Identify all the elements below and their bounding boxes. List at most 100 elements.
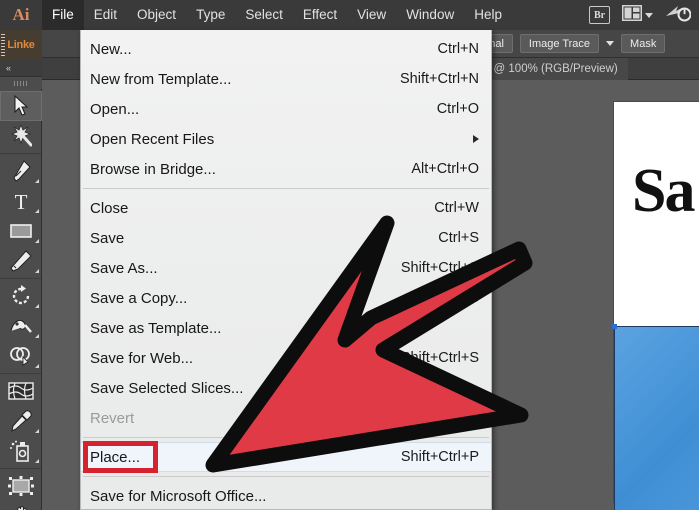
chevron-down-icon xyxy=(645,12,653,18)
artboard-blue-shape[interactable] xyxy=(612,324,699,510)
menu-item-shortcut: Shift+Ctrl+N xyxy=(400,71,479,87)
hand-tool[interactable] xyxy=(0,501,42,510)
tools-panel: Linke « T xyxy=(0,30,42,510)
search-power-icon[interactable] xyxy=(665,4,692,27)
bridge-icon[interactable]: Br xyxy=(589,6,610,24)
menu-item-new-from-template[interactable]: New from Template... Shift+Ctrl+N xyxy=(81,64,491,94)
workspace-switcher[interactable] xyxy=(622,4,653,26)
file-menu-items: New... Ctrl+N New from Template... Shift+Ct… xyxy=(81,34,491,510)
menu-title-view[interactable]: View xyxy=(347,0,396,30)
menu-item-shortcut: Ctrl+S xyxy=(438,230,479,246)
type-tool[interactable]: T xyxy=(0,186,42,216)
menu-item-shortcut: F12 xyxy=(454,410,479,426)
tool-flyout-icon xyxy=(35,179,39,183)
promo-banner[interactable]: Linke xyxy=(0,30,42,60)
paintbrush-tool[interactable] xyxy=(0,246,42,276)
file-menu-dropdown[interactable]: New... Ctrl+N New from Template... Shift+Ct… xyxy=(80,30,533,510)
menu-item-label: Save as Template... xyxy=(90,319,222,337)
menu-item-shortcut: Ctrl+N xyxy=(437,41,480,57)
tool-flyout-icon xyxy=(35,209,39,213)
mesh-gradient-tool[interactable] xyxy=(0,376,42,406)
illustrator-window: Ai File Edit Object Type Select Effect View Win… xyxy=(0,0,699,510)
tool-flyout-icon xyxy=(35,239,39,243)
menu-item-shortcut: Ctrl+O xyxy=(436,101,479,117)
menu-title-help[interactable]: Help xyxy=(464,0,512,30)
menu-item-open[interactable]: Open... Ctrl+O xyxy=(81,94,491,124)
magic-wand-tool[interactable] xyxy=(0,121,42,151)
rectangle-tool[interactable] xyxy=(0,216,42,246)
menu-item-label: Place... xyxy=(90,448,141,466)
promo-bars-icon xyxy=(1,34,5,56)
artboard-heading-text: Sa xyxy=(632,157,696,225)
menu-item-save-for-microsoft-office[interactable]: Save for Microsoft Office... xyxy=(81,481,491,510)
tool-flyout-icon xyxy=(35,269,39,273)
menu-bar: Ai File Edit Object Type Select Effect View Win… xyxy=(0,0,699,30)
menu-item-revert: Revert F12 xyxy=(81,403,491,433)
tool-group-navigate xyxy=(0,469,41,510)
menu-separator xyxy=(83,437,489,438)
menu-item-open-recent-files[interactable]: Open Recent Files xyxy=(81,124,491,154)
menu-item-shortcut: Shift+Ctrl+S xyxy=(400,260,479,276)
artboard-tool[interactable] xyxy=(0,471,42,501)
eyedropper-tool[interactable] xyxy=(0,406,42,436)
menu-item-save-as[interactable]: Save As... Shift+Ctrl+S xyxy=(81,253,491,283)
menu-item-label: Close xyxy=(90,199,129,217)
app-logo-icon: Ai xyxy=(0,0,42,30)
menubar-right-controls: Br xyxy=(589,4,699,27)
artboard[interactable]: Sa xyxy=(612,101,699,510)
image-trace-preset-chevron-icon[interactable] xyxy=(606,41,615,46)
menu-item-save-a-copy[interactable]: Save a Copy... Alt+Ctrl+S xyxy=(81,283,491,313)
image-trace-button[interactable]: Image Trace xyxy=(519,34,600,53)
tool-flyout-icon xyxy=(35,459,39,463)
tool-group-selection xyxy=(0,89,42,154)
menu-item-label: New from Template... xyxy=(90,70,232,88)
menu-item-close[interactable]: Close Ctrl+W xyxy=(81,193,491,223)
rotate-tool[interactable] xyxy=(0,281,42,311)
menu-title-edit[interactable]: Edit xyxy=(84,0,127,30)
menu-item-label: Save for Web... xyxy=(90,349,194,367)
menu-item-label: Revert xyxy=(90,409,135,427)
submenu-chevron-right-icon xyxy=(473,135,479,143)
menu-item-save[interactable]: Save Ctrl+S xyxy=(81,223,491,253)
menu-item-shortcut: Ctrl+W xyxy=(434,200,479,216)
menu-title-type[interactable]: Type xyxy=(186,0,235,30)
menu-item-label: Open... xyxy=(90,100,140,118)
menu-title-file[interactable]: File xyxy=(42,0,84,30)
menu-item-place[interactable]: Place... Shift+Ctrl+P xyxy=(81,442,491,472)
menu-title-object[interactable]: Object xyxy=(127,0,186,30)
svg-text:T: T xyxy=(15,190,28,212)
menu-separator xyxy=(83,188,489,189)
menu-item-save-as-template[interactable]: Save as Template... xyxy=(81,313,491,343)
panel-collapse-button[interactable]: « xyxy=(0,60,42,77)
menu-item-label: Browse in Bridge... xyxy=(90,160,216,178)
tool-flyout-icon xyxy=(35,334,39,338)
pen-tool[interactable] xyxy=(0,156,42,186)
symbol-sprayer-tool[interactable] xyxy=(0,436,42,466)
menu-item-label: Save xyxy=(90,229,125,247)
workspace-layout-icon xyxy=(622,4,642,26)
menu-item-shortcut: Alt+Ctrl+S xyxy=(412,290,479,306)
selection-tool[interactable] xyxy=(0,91,42,121)
panel-drag-grip[interactable] xyxy=(0,77,42,89)
menu-title-select[interactable]: Select xyxy=(235,0,293,30)
menu-item-label: Save for Microsoft Office... xyxy=(90,487,267,505)
menu-item-save-for-web[interactable]: Save for Web... Alt+Shift+Ctrl+S xyxy=(81,343,491,373)
tool-group-transform xyxy=(0,279,41,374)
mask-button[interactable]: Mask xyxy=(621,34,666,53)
width-warp-tool[interactable] xyxy=(0,311,42,341)
grip-dots-icon xyxy=(14,80,28,86)
tool-flyout-icon xyxy=(35,364,39,368)
menu-item-new[interactable]: New... Ctrl+N xyxy=(81,34,491,64)
menu-item-label: New... xyxy=(90,40,132,58)
menu-item-save-selected-slices[interactable]: Save Selected Slices... xyxy=(81,373,491,403)
menu-item-label: Open Recent Files xyxy=(90,130,215,148)
menu-item-shortcut: Alt+Shift+Ctrl+S xyxy=(375,350,479,366)
shape-builder-tool[interactable] xyxy=(0,341,42,371)
selection-anchor[interactable] xyxy=(612,324,617,329)
menu-titles: File Edit Object Type Select Effect View Window… xyxy=(42,0,512,30)
menu-title-effect[interactable]: Effect xyxy=(293,0,347,30)
menu-item-label: Save Selected Slices... xyxy=(90,379,244,397)
menu-item-shortcut: Alt+Ctrl+O xyxy=(411,161,479,177)
menu-title-window[interactable]: Window xyxy=(396,0,464,30)
menu-item-browse-in-bridge[interactable]: Browse in Bridge... Alt+Ctrl+O xyxy=(81,154,491,184)
